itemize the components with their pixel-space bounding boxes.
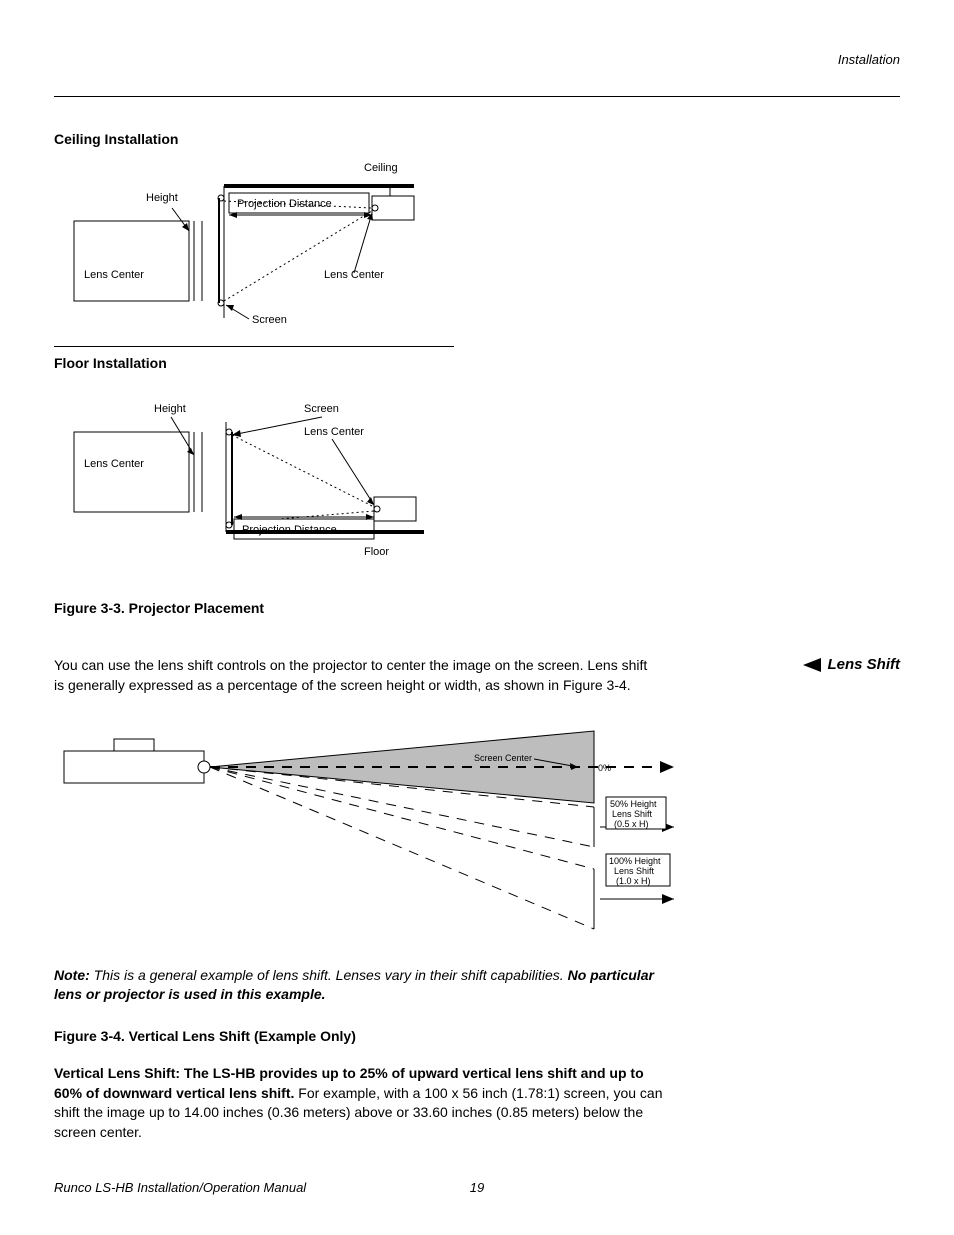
note-text1: This is a general example of lens shift.… — [90, 967, 568, 983]
lens-shift-paragraph: You can use the lens shift controls on t… — [54, 656, 654, 695]
footer: Runco LS-HB Installation/Operation Manua… — [54, 1180, 900, 1195]
ceiling-installation-title: Ceiling Installation — [54, 131, 900, 147]
note-label: Note: — [54, 967, 90, 983]
lens-center-top-f: Lens Center — [304, 426, 364, 438]
lens-shift-text: Lens Shift — [827, 656, 900, 673]
hundred-l3: (1.0 x H) — [616, 876, 651, 886]
screen-center-label: Screen Center — [474, 753, 532, 763]
ceiling-installation-diagram: Ceiling Projection Distance Height Scree… — [54, 153, 474, 333]
height-label: Height — [146, 192, 178, 204]
floor-installation-diagram: Height Screen Lens Center Lens Center Pr… — [54, 377, 474, 567]
hundred-l1: 100% Height — [609, 856, 661, 866]
floor-label: Floor — [364, 546, 389, 558]
header-rule — [54, 96, 900, 97]
footer-page: 19 — [470, 1180, 484, 1195]
figure-3-4-caption: Figure 3-4. Vertical Lens Shift (Example… — [54, 1028, 900, 1044]
hundred-l2: Lens Shift — [614, 866, 655, 876]
figure-3-4-diagram: Screen Center 0% 50% Height Lens Shift (… — [54, 719, 694, 949]
lens-shift-side-label: Lens Shift — [803, 656, 900, 673]
floor-installation-title: Floor Installation — [54, 355, 900, 371]
figure-3-4-note: Note: This is a general example of lens … — [54, 966, 674, 1004]
header-section-label: Installation — [838, 52, 900, 67]
fifty-l2: Lens Shift — [612, 809, 653, 819]
ceiling-label: Ceiling — [364, 162, 398, 174]
screen-label-f: Screen — [304, 403, 339, 415]
vertical-lens-shift-paragraph: Vertical Lens Shift: The LS-HB provides … — [54, 1064, 674, 1142]
lens-center-right: Lens Center — [324, 269, 384, 281]
zero-pct-label: 0% — [598, 763, 611, 773]
diagram-divider — [54, 346, 454, 347]
screen-label: Screen — [252, 314, 287, 326]
fifty-l3: (0.5 x H) — [614, 819, 649, 829]
fifty-l1: 50% Height — [610, 799, 657, 809]
arrow-left-icon — [803, 658, 821, 672]
lens-center-left: Lens Center — [84, 269, 144, 281]
footer-manual: Runco LS-HB Installation/Operation Manua… — [54, 1180, 306, 1195]
figure-3-3: Ceiling Installation Ceiling Projection … — [54, 131, 900, 616]
figure-3-3-caption: Figure 3-3. Projector Placement — [54, 600, 900, 616]
lens-center-left-f: Lens Center — [84, 458, 144, 470]
height-label-f: Height — [154, 403, 186, 415]
